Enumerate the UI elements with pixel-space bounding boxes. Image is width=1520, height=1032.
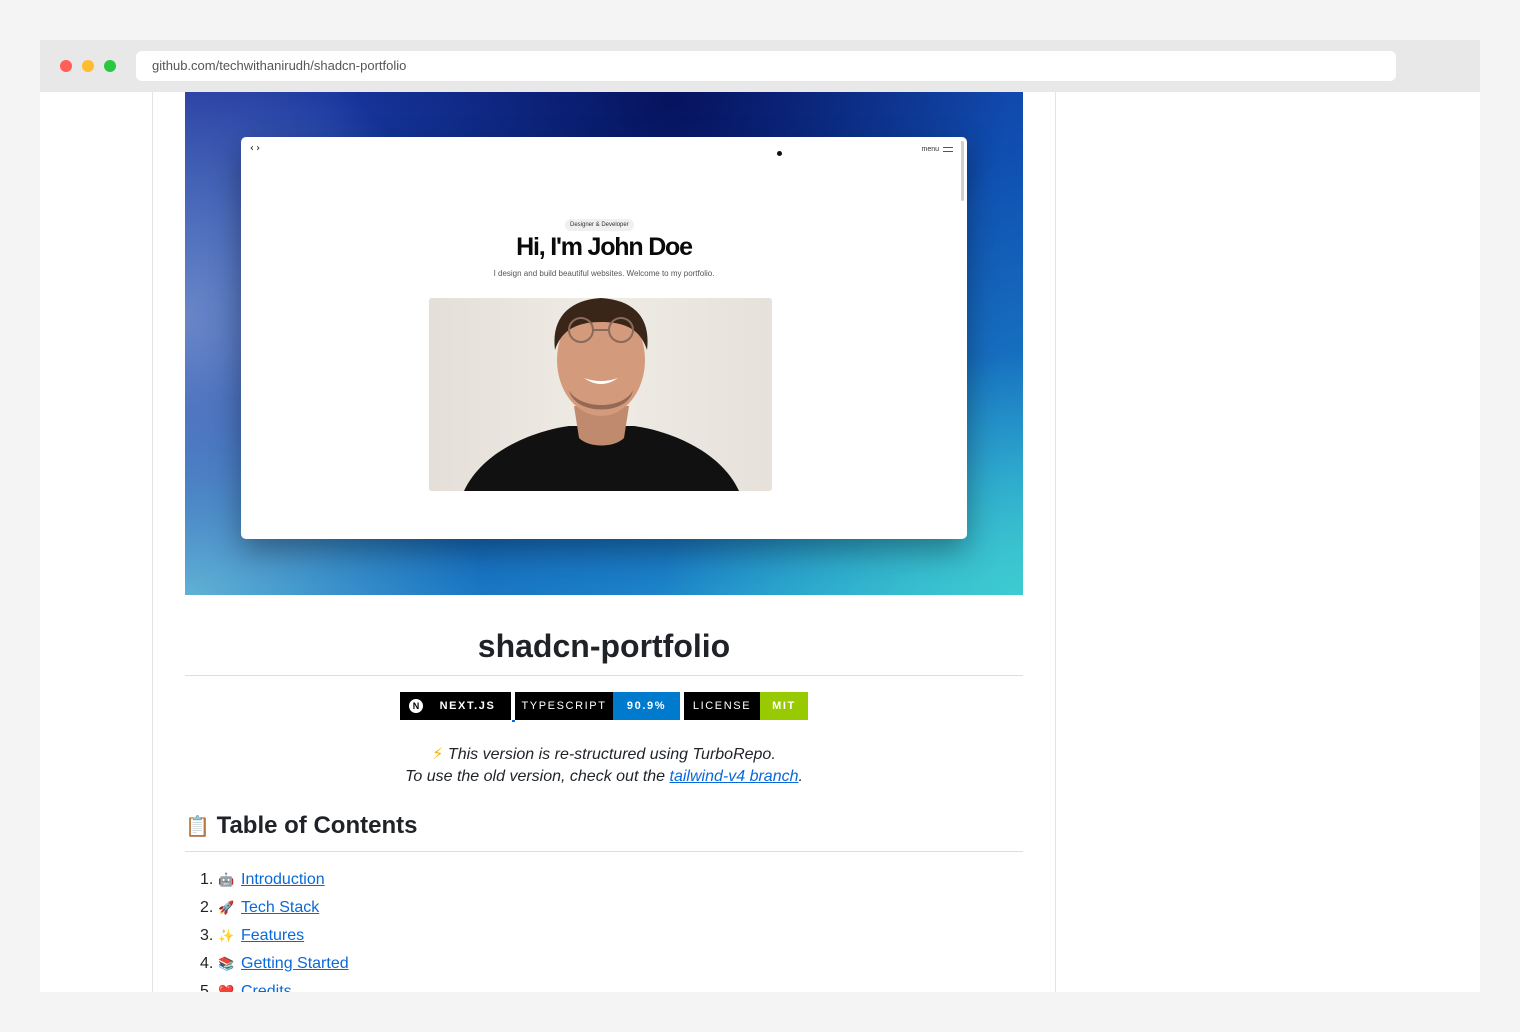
portfolio-preview-window: ‹› menu Designer & Developer Hi, I'm Joh… <box>241 137 967 539</box>
toc-link-getting-started[interactable]: Getting Started <box>241 955 349 972</box>
nextjs-logo-icon: N <box>409 699 423 713</box>
toc-item-features: 3. ✨ Features <box>200 924 304 948</box>
preview-role-pill: Designer & Developer <box>565 219 634 231</box>
toc-link-credits[interactable]: Credits <box>241 983 292 992</box>
cursor-dot <box>777 151 782 156</box>
license-badge-value[interactable]: MIT <box>760 692 808 720</box>
toc-heading: 📋 Table of Contents <box>185 812 417 840</box>
title-divider <box>185 675 1023 676</box>
preview-subtitle: I design and build beautiful websites. W… <box>493 269 715 278</box>
preview-menu: menu <box>921 146 953 153</box>
content-border-right <box>1055 92 1056 992</box>
license-badge-label[interactable]: LICENSE <box>684 692 760 720</box>
badge-link-underline <box>512 720 515 722</box>
content-border-left <box>152 92 153 992</box>
typescript-badge-label[interactable]: TYPESCRIPT <box>515 692 613 720</box>
toc-item-number: 3. <box>200 927 214 944</box>
turborepo-note: ⚡ This version is re-structured using Tu… <box>185 744 1023 764</box>
rocket-icon: 🚀 <box>218 900 235 915</box>
books-icon: 📚 <box>218 956 235 971</box>
note-line-1: This version is re-structured using Turb… <box>447 746 776 763</box>
toc-link-features[interactable]: Features <box>241 927 304 944</box>
note-line-2-prefix: To use the old version, check out the <box>405 768 670 785</box>
close-window-button[interactable] <box>60 60 72 72</box>
note-line-2-suffix: . <box>798 768 803 785</box>
nextjs-badge-label: NEXT.JS <box>439 700 496 712</box>
clipboard-icon: 📋 <box>185 816 210 838</box>
lightning-icon: ⚡ <box>432 746 444 763</box>
toc-item-introduction: 1. 🤖 Introduction <box>200 868 325 892</box>
toc-item-credits: 5. ❤️ Credits <box>200 980 292 992</box>
browser-toolbar: github.com/techwithanirudh/shadcn-portfo… <box>40 40 1480 92</box>
minimize-window-button[interactable] <box>82 60 94 72</box>
toc-divider <box>185 851 1023 852</box>
address-bar[interactable]: github.com/techwithanirudh/shadcn-portfo… <box>136 51 1396 81</box>
portrait-photo <box>429 298 772 491</box>
robot-icon: 🤖 <box>218 872 235 887</box>
preview-headline: Hi, I'm John Doe <box>516 233 693 261</box>
toc-item-getting-started: 4. 📚 Getting Started <box>200 952 349 976</box>
browser-window: github.com/techwithanirudh/shadcn-portfo… <box>40 40 1480 992</box>
nextjs-badge[interactable]: N NEXT.JS <box>400 692 511 720</box>
hamburger-icon <box>943 146 953 152</box>
typescript-badge-value[interactable]: 90.9% <box>613 692 680 720</box>
old-version-note: To use the old version, check out the ta… <box>185 768 1023 786</box>
toc-item-number: 4. <box>200 955 214 972</box>
toc-link-tech-stack[interactable]: Tech Stack <box>241 899 319 916</box>
toc-heading-text: Table of Contents <box>216 812 418 839</box>
preview-scrollbar <box>961 141 964 201</box>
maximize-window-button[interactable] <box>104 60 116 72</box>
tailwind-v4-branch-link[interactable]: tailwind-v4 branch <box>670 768 799 785</box>
toc-item-number: 2. <box>200 899 214 916</box>
toc-link-introduction[interactable]: Introduction <box>241 871 325 888</box>
code-icon: ‹› <box>249 143 262 154</box>
sparkles-icon: ✨ <box>218 928 235 943</box>
heart-icon: ❤️ <box>218 984 235 992</box>
repo-title: shadcn-portfolio <box>477 628 731 664</box>
preview-menu-label: menu <box>921 146 939 153</box>
toc-item-number: 1. <box>200 871 214 888</box>
page-content: ‹› menu Designer & Developer Hi, I'm Joh… <box>40 92 1480 992</box>
hero-banner-image: ‹› menu Designer & Developer Hi, I'm Joh… <box>185 92 1023 595</box>
toc-item-tech-stack: 2. 🚀 Tech Stack <box>200 896 319 920</box>
toc-item-number: 5. <box>200 983 214 992</box>
